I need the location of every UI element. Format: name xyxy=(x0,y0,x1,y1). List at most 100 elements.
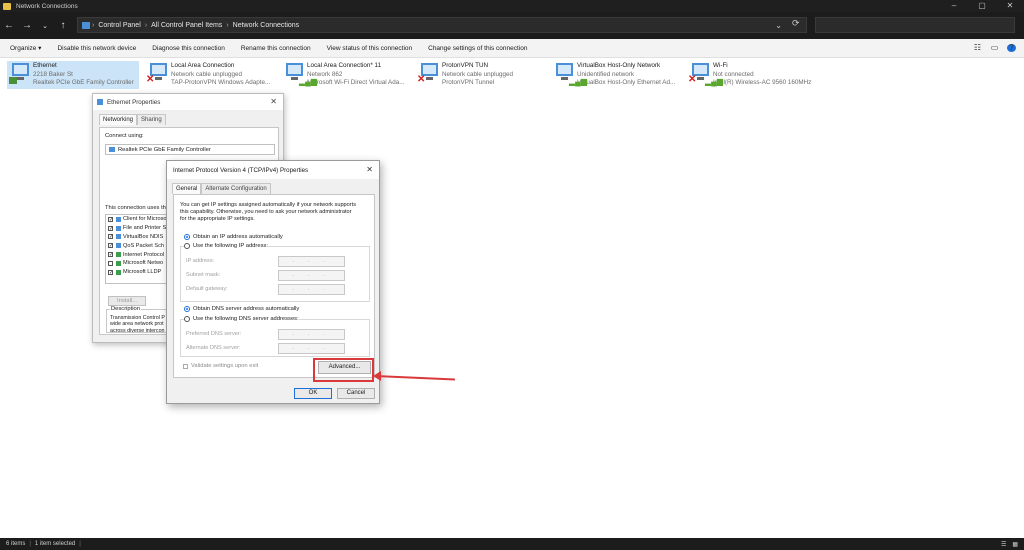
organize-menu[interactable]: Organize ▾ xyxy=(10,44,41,52)
change-settings-button[interactable]: Change settings of this connection xyxy=(428,45,527,52)
description-label: Description xyxy=(110,306,141,312)
validate-checkbox[interactable]: Validate settings upon exit xyxy=(183,363,258,369)
close-button[interactable]: ✕ xyxy=(996,0,1024,12)
subnet-mask-field[interactable]: . . . xyxy=(278,270,345,281)
adapter-network: Network 862 xyxy=(307,70,343,78)
minimize-button[interactable]: – xyxy=(940,0,968,12)
adapter-virtualbox-host-only[interactable]: ▂▄▆ VirtualBox Host-Only Network Unidenti… xyxy=(551,61,681,89)
help-icon[interactable]: ? xyxy=(1007,44,1016,52)
breadcrumb[interactable]: › Control Panel › All Control Panel Item… xyxy=(77,17,807,33)
adapter-device: ProtonVPN Tunnel xyxy=(442,79,495,86)
breadcrumb-control-panel[interactable]: Control Panel xyxy=(98,22,140,29)
checkbox[interactable] xyxy=(183,363,188,369)
intro-line: for the appropriate IP settings. xyxy=(180,216,255,222)
driver-icon xyxy=(116,234,121,240)
address-bar: ← → ⌄ ↑ › Control Panel › All Control Pa… xyxy=(0,12,1024,39)
ip-address-field[interactable]: . . . xyxy=(278,256,345,267)
adapter-wifi[interactable]: ✕ ▂▄▆ Wi-Fi Not connected Intel(R) Wireless… xyxy=(687,61,817,89)
wifi-adapter-icon: ✕ ▂▄▆ xyxy=(687,61,723,89)
use-dns-radio[interactable]: Use the following DNS server addresses: xyxy=(184,316,299,322)
description-line: wide area network prot xyxy=(110,321,164,328)
diagnose-button[interactable]: Diagnose this connection xyxy=(152,45,225,52)
adapter-protonvpn-tun[interactable]: ✕ ProtonVPN TUN Network cable unplugged Pr… xyxy=(416,61,541,89)
dialog-title-bar: Internet Protocol Version 4 (TCP/IPv4) P… xyxy=(167,161,379,179)
description-line: across diverse intercon xyxy=(110,327,165,334)
checkbox[interactable] xyxy=(108,216,113,222)
back-arrow-icon[interactable]: ← xyxy=(0,20,18,31)
recent-locations-chevron-icon[interactable]: ⌄ xyxy=(36,22,54,30)
view-options-icon[interactable]: ☷ xyxy=(973,44,982,52)
maximize-button[interactable]: ▢ xyxy=(968,0,996,12)
adapter-device: Intel(R) Wireless-AC 9560 160MHz xyxy=(713,79,812,86)
adapter-device: Microsoft Wi-Fi Direct Virtual Ada... xyxy=(307,79,405,86)
adapter-network: Network cable unplugged xyxy=(171,70,243,78)
adapter-local-area-connection[interactable]: ✕ Local Area Connection Network cable unp… xyxy=(145,61,275,89)
tab-sharing[interactable]: Sharing xyxy=(137,114,166,125)
checkbox-label: Validate settings upon exit xyxy=(191,363,259,369)
search-input[interactable] xyxy=(815,17,1015,33)
adapter-name: Local Area Connection xyxy=(171,62,235,69)
radio-label: Use the following IP address: xyxy=(193,243,268,249)
radio-label: Use the following DNS server addresses: xyxy=(193,316,299,322)
radio-dot xyxy=(184,243,190,249)
radio-dot xyxy=(184,306,190,312)
disable-device-button[interactable]: Disable this network device xyxy=(57,45,136,52)
adapter-network: Unidentified network xyxy=(577,70,635,78)
preferred-dns-field[interactable]: . . . xyxy=(278,329,345,340)
adapter-local-area-connection-11[interactable]: ▂▄▆ Local Area Connection* 11 Network 862… xyxy=(281,61,411,89)
breadcrumb-network-connections[interactable]: Network Connections xyxy=(233,22,300,29)
up-arrow-icon[interactable]: ↑ xyxy=(54,20,72,31)
adapter-name: Local Area Connection* 11 xyxy=(307,62,382,69)
close-icon[interactable]: ✕ xyxy=(366,165,373,174)
install-button[interactable]: Install... xyxy=(108,296,146,306)
network-card-icon xyxy=(109,147,115,152)
checkbox[interactable] xyxy=(108,225,113,231)
checkbox[interactable] xyxy=(108,269,113,275)
preview-pane-icon[interactable]: ▭ xyxy=(990,44,999,52)
tab-alternate-configuration[interactable]: Alternate Configuration xyxy=(201,183,271,194)
ok-button[interactable]: OK xyxy=(294,388,332,399)
ethernet-adapter-icon: ▂▄▆ xyxy=(551,61,587,89)
address-dropdown-icon[interactable]: ⌄ xyxy=(775,21,782,30)
obtain-ip-radio[interactable]: Obtain an IP address automatically xyxy=(184,234,283,240)
checkbox[interactable] xyxy=(108,243,113,249)
use-ip-radio[interactable]: Use the following IP address: xyxy=(184,243,268,249)
dialog-title-bar: Ethernet Properties xyxy=(93,94,283,110)
component-label: Microsoft LLDP xyxy=(123,269,162,276)
alternate-dns-field[interactable]: . . . xyxy=(278,343,345,354)
close-icon[interactable]: ✕ xyxy=(270,97,277,106)
component-label: VirtualBox NDIS xyxy=(123,233,164,240)
view-status-button[interactable]: View status of this connection xyxy=(327,45,413,52)
protocol-icon xyxy=(116,260,121,266)
checkbox[interactable] xyxy=(108,234,113,240)
default-gateway-field[interactable]: . . . xyxy=(278,284,345,295)
obtain-dns-radio[interactable]: Obtain DNS server address automatically xyxy=(184,306,299,312)
breadcrumb-all-items[interactable]: All Control Panel Items xyxy=(151,22,222,29)
checkbox[interactable] xyxy=(108,252,113,258)
disconnected-adapter-icon: ✕ xyxy=(416,61,442,89)
forward-arrow-icon[interactable]: → xyxy=(18,20,36,31)
tab-general[interactable]: General xyxy=(172,183,202,194)
window-controls: – ▢ ✕ xyxy=(940,0,1024,12)
client-icon xyxy=(116,216,121,222)
tiles-view-icon[interactable]: ▦ xyxy=(1012,541,1018,548)
component-label: Microsoft Netwo xyxy=(123,260,164,267)
cancel-button[interactable]: Cancel xyxy=(337,388,375,399)
component-label: Internet Protocol xyxy=(123,251,165,258)
adapter-device: TAP-ProtonVPN Windows Adapte... xyxy=(171,79,271,86)
adapter-ethernet[interactable]: Ethernet 2218 Baker St Realtek PCIe GbE Fa… xyxy=(7,61,139,89)
tab-networking[interactable]: Networking xyxy=(99,114,138,125)
component-label: Client for Microso xyxy=(123,216,167,223)
intro-line: You can get IP settings assigned automat… xyxy=(180,202,356,208)
dialog-title: Internet Protocol Version 4 (TCP/IPv4) P… xyxy=(173,166,309,174)
components-label: This connection uses the xyxy=(105,205,170,211)
item-count: 6 items xyxy=(6,541,26,547)
dialog-title: Ethernet Properties xyxy=(107,98,161,106)
details-view-icon[interactable]: ☰ xyxy=(1001,541,1006,548)
rename-button[interactable]: Rename this connection xyxy=(241,45,311,52)
adapter-name: Ethernet xyxy=(33,62,57,69)
adapter-network: Not connected xyxy=(713,70,754,78)
checkbox[interactable] xyxy=(108,260,113,266)
refresh-icon[interactable]: ⟳ xyxy=(792,18,800,29)
service-icon xyxy=(116,243,121,249)
